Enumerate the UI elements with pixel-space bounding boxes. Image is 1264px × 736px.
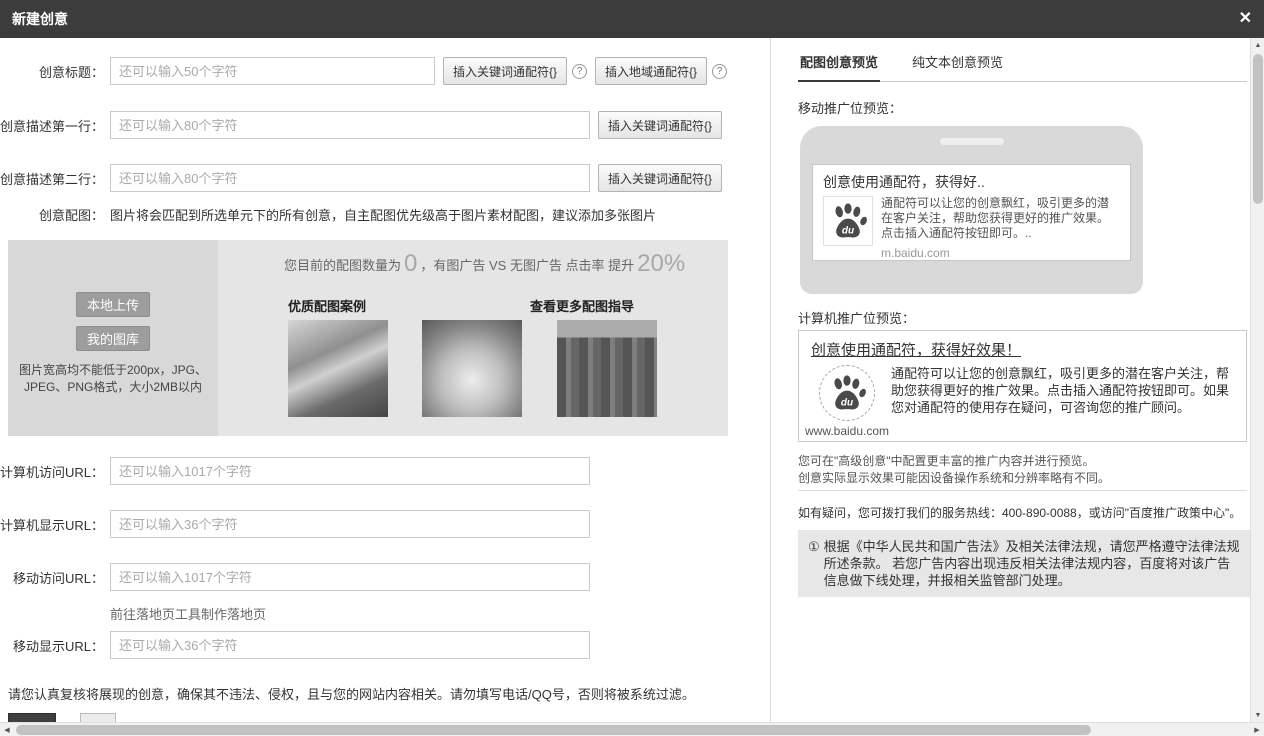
pc-url-input[interactable] bbox=[110, 457, 590, 485]
creative-title-label: 创意标题： bbox=[0, 62, 104, 81]
count-prefix: 您目前的配图数量为 bbox=[284, 255, 401, 274]
ctr-lift-percent: 20% bbox=[637, 250, 685, 278]
creative-title-input[interactable] bbox=[110, 57, 435, 85]
mobile-url-row: 移动访问URL： bbox=[0, 563, 590, 591]
example-image-buildings bbox=[557, 320, 657, 417]
description-line1-input[interactable] bbox=[110, 111, 590, 139]
pc-preview-label: 计算机推广位预览： bbox=[798, 308, 915, 327]
image-upload-panel: 本地上传 我的图库 图片宽高均不能低于200px，JPG、JPEG、PNG格式，… bbox=[8, 240, 728, 436]
mobile-ad-card: 创意使用通配符，获得好.. 通配符可以让您的创意飘红，吸引更多的潜在客户关注，帮… bbox=[812, 164, 1131, 261]
my-gallery-button[interactable]: 我的图库 bbox=[76, 326, 150, 351]
horizontal-scrollbar-thumb[interactable] bbox=[16, 725, 1091, 735]
creative-image-row: 创意配图： 图片将会匹配到所选单元下的所有创意，自主配图优先级高于图片素材配图，… bbox=[0, 204, 656, 224]
vertical-scrollbar[interactable]: ▲ ▼ bbox=[1250, 38, 1264, 722]
image-requirements-text: 图片宽高均不能低于200px，JPG、JPEG、PNG格式，大小2MB以内 bbox=[18, 362, 208, 396]
mobile-ad-description: 通配符可以让您的创意飘红，吸引更多的潜在客户关注，帮助您获得更好的推广效果。点击… bbox=[881, 196, 1120, 246]
pc-ad-description: 通配符可以让您的创意飘红，吸引更多的潜在客户关注，帮助您获得更好的推广效果。点击… bbox=[891, 365, 1234, 438]
phone-speaker bbox=[940, 138, 1004, 145]
tab-text-creative-preview[interactable]: 纯文本创意预览 bbox=[910, 52, 1005, 81]
scroll-down-icon[interactable]: ▼ bbox=[1251, 708, 1264, 722]
pc-url-label: 计算机访问URL： bbox=[0, 462, 104, 481]
description-line2-row: 创意描述第二行： 插入关键词通配符{} bbox=[0, 164, 722, 192]
pc-url-row: 计算机访问URL： bbox=[0, 457, 590, 485]
scroll-left-icon[interactable]: ◀ bbox=[0, 723, 14, 736]
image-count-line: 您目前的配图数量为 0 ，有图广告 VS 无图广告 点击率 提升 20% bbox=[284, 250, 688, 278]
close-icon[interactable]: ✕ bbox=[1239, 11, 1252, 27]
display-variance-note: 创意实际显示效果可能因设备操作系统和分辨率略有不同。 bbox=[798, 469, 1110, 486]
compliance-note: 请您认真复核将展现的创意，确保其不违法、侵权，且与您的网站内容相关。请勿填写电话… bbox=[8, 684, 695, 703]
creative-image-label: 创意配图： bbox=[0, 205, 104, 224]
examples-title: 优质配图案例 bbox=[288, 296, 366, 315]
vertical-scrollbar-thumb[interactable] bbox=[1253, 54, 1263, 204]
description-line1-label: 创意描述第一行： bbox=[0, 116, 104, 135]
landing-page-tool-link[interactable]: 前往落地页工具制作落地页 bbox=[110, 604, 266, 623]
insert-region-wildcard-button[interactable]: 插入地域通配符{} bbox=[595, 57, 707, 85]
info-icon: ① bbox=[808, 538, 820, 589]
mobile-display-url-input[interactable] bbox=[110, 631, 590, 659]
hotline-text: 如有疑问，您可拨打我们的服务热线：400-890-0088，或访问"百度推广政策… bbox=[798, 504, 1241, 521]
insert-keyword-wildcard-button[interactable]: 插入关键词通配符{} bbox=[443, 57, 567, 85]
help-icon[interactable]: ? bbox=[572, 64, 587, 79]
mobile-display-url-label: 移动显示URL： bbox=[0, 636, 104, 655]
baidu-paw-logo-icon bbox=[819, 365, 875, 421]
description-line1-row: 创意描述第一行： 插入关键词通配符{} bbox=[0, 111, 722, 139]
pc-ad-url: www.baidu.com bbox=[805, 424, 889, 438]
mobile-url-label: 移动访问URL： bbox=[0, 568, 104, 587]
image-count-value: 0 bbox=[404, 250, 417, 278]
insert-keyword-wildcard-button[interactable]: 插入关键词通配符{} bbox=[598, 111, 722, 139]
mobile-ad-url: m.baidu.com bbox=[881, 246, 1120, 260]
legal-notice: ① 根据《中华人民共和国广告法》及相关法律法规，请您严格遵守法律法规所述条款。 … bbox=[798, 530, 1250, 597]
dialog-titlebar: 新建创意 ✕ bbox=[0, 0, 1264, 38]
confirm-button-partial[interactable] bbox=[8, 713, 56, 722]
tab-image-creative-preview[interactable]: 配图创意预览 bbox=[798, 52, 880, 82]
preview-tabs: 配图创意预览 纯文本创意预览 bbox=[798, 52, 1247, 82]
mobile-preview-label: 移动推广位预览： bbox=[798, 98, 902, 117]
scroll-right-icon[interactable]: ▶ bbox=[1250, 723, 1264, 736]
advanced-creative-note: 您可在"高级创意"中配置更丰富的推广内容并进行预览。 bbox=[798, 452, 1095, 469]
pc-display-url-row: 计算机显示URL： bbox=[0, 510, 590, 538]
baidu-paw-logo-icon bbox=[823, 196, 873, 246]
mobile-display-url-row: 移动显示URL： bbox=[0, 631, 590, 659]
new-creative-dialog: 新建创意 ✕ 创意标题： 插入关键词通配符{} ? 插入地域通配符{} ? 创意… bbox=[0, 0, 1264, 736]
pc-ad-card: 创意使用通配符，获得好效果！ www.baidu.com 通配符可以让您的创意飘… bbox=[798, 330, 1247, 442]
legal-text: 根据《中华人民共和国广告法》及相关法律法规，请您严格遵守法律法规所述条款。 若您… bbox=[824, 538, 1240, 589]
count-middle: ，有图广告 VS 无图广告 点击率 提升 bbox=[420, 255, 634, 274]
phone-mockup: 创意使用通配符，获得好.. 通配符可以让您的创意飘红，吸引更多的潜在客户关注，帮… bbox=[800, 126, 1143, 294]
cancel-button-partial[interactable] bbox=[80, 713, 116, 722]
more-guide-link[interactable]: 查看更多配图指导 bbox=[530, 296, 634, 315]
dialog-title: 新建创意 bbox=[12, 9, 68, 29]
pc-ad-icon-column: www.baidu.com bbox=[811, 365, 883, 438]
mobile-ad-title: 创意使用通配符，获得好.. bbox=[823, 172, 1120, 192]
creative-form: 创意标题： 插入关键词通配符{} ? 插入地域通配符{} ? 创意描述第一行： … bbox=[0, 38, 770, 722]
local-upload-button[interactable]: 本地上传 bbox=[76, 292, 150, 317]
creative-image-hint: 图片将会匹配到所选单元下的所有创意，自主配图优先级高于图片素材配图，建议添加多张… bbox=[110, 205, 656, 224]
scroll-up-icon[interactable]: ▲ bbox=[1251, 38, 1264, 52]
description-line2-input[interactable] bbox=[110, 164, 590, 192]
example-image-interior bbox=[288, 320, 388, 417]
preview-panel: 配图创意预览 纯文本创意预览 移动推广位预览： 创意使用通配符，获得好.. 通配… bbox=[770, 38, 1250, 722]
mobile-url-input[interactable] bbox=[110, 563, 590, 591]
horizontal-scrollbar[interactable]: ◀ ▶ bbox=[0, 722, 1264, 736]
pc-display-url-label: 计算机显示URL： bbox=[0, 515, 104, 534]
mobile-ad-body: 通配符可以让您的创意飘红，吸引更多的潜在客户关注，帮助您获得更好的推广效果。点击… bbox=[823, 196, 1120, 246]
insert-keyword-wildcard-button[interactable]: 插入关键词通配符{} bbox=[598, 164, 722, 192]
example-image-car bbox=[422, 320, 522, 417]
creative-title-row: 创意标题： 插入关键词通配符{} ? 插入地域通配符{} ? bbox=[0, 57, 727, 85]
help-icon[interactable]: ? bbox=[712, 64, 727, 79]
pc-ad-body: www.baidu.com 通配符可以让您的创意飘红，吸引更多的潜在客户关注，帮… bbox=[811, 365, 1234, 438]
pc-ad-title: 创意使用通配符，获得好效果！ bbox=[811, 339, 1234, 360]
upload-area: 本地上传 我的图库 图片宽高均不能低于200px，JPG、JPEG、PNG格式，… bbox=[8, 240, 218, 436]
description-line2-label: 创意描述第二行： bbox=[0, 169, 104, 188]
divider bbox=[798, 490, 1247, 491]
pc-display-url-input[interactable] bbox=[110, 510, 590, 538]
